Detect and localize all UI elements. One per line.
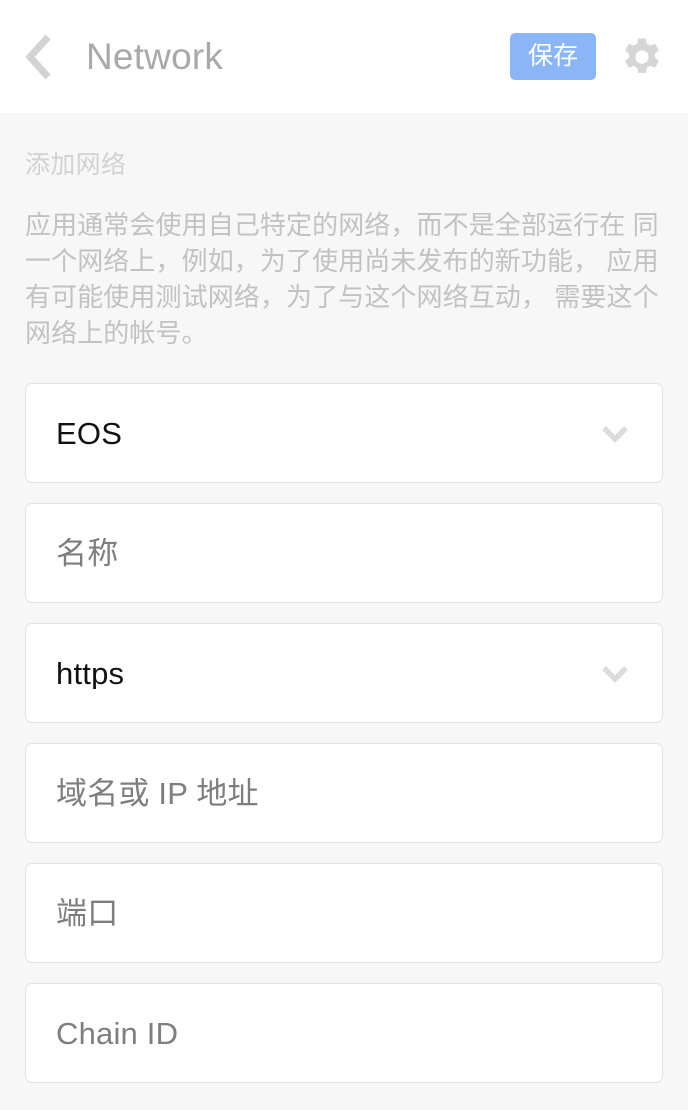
network-settings-screen: Network 保存 添加网络 应用通常会使用自己特定的网络，而不是全部运行在 …: [0, 0, 688, 1110]
field-port-text: 端口: [56, 897, 119, 929]
settings-button[interactable]: [618, 33, 666, 81]
app-header: Network 保存: [0, 0, 688, 113]
field-protocol[interactable]: https: [25, 623, 663, 723]
field-network-name-text: 名称: [56, 537, 119, 569]
save-button[interactable]: 保存: [510, 33, 596, 80]
field-chain-id[interactable]: Chain ID: [25, 983, 663, 1083]
field-blockchain-type-text: EOS: [56, 417, 123, 449]
field-blockchain-type[interactable]: EOS: [25, 383, 663, 483]
field-port[interactable]: 端口: [25, 863, 663, 963]
field-host-text: 域名或 IP 地址: [56, 777, 259, 809]
section-heading: 添加网络: [25, 151, 127, 179]
back-button[interactable]: [24, 29, 64, 85]
network-form: EOS 名称 https 域名或 IP 地址 端口 Chain ID: [25, 383, 663, 1083]
field-network-name[interactable]: 名称: [25, 503, 663, 603]
section-description: 应用通常会使用自己特定的网络，而不是全部运行在 同一个网络上，例如，为了使用尚未…: [25, 210, 659, 348]
field-protocol-text: https: [56, 657, 125, 689]
chevron-left-icon: [24, 34, 52, 80]
content-area: 添加网络 应用通常会使用自己特定的网络，而不是全部运行在 同一个网络上，例如，为…: [0, 113, 688, 1110]
chevron-down-icon[interactable]: [598, 656, 632, 690]
chevron-down-icon[interactable]: [598, 416, 632, 450]
field-host[interactable]: 域名或 IP 地址: [25, 743, 663, 843]
field-chain-id-text: Chain ID: [56, 1017, 179, 1049]
page-title: Network: [86, 36, 224, 77]
gear-icon: [620, 35, 664, 79]
